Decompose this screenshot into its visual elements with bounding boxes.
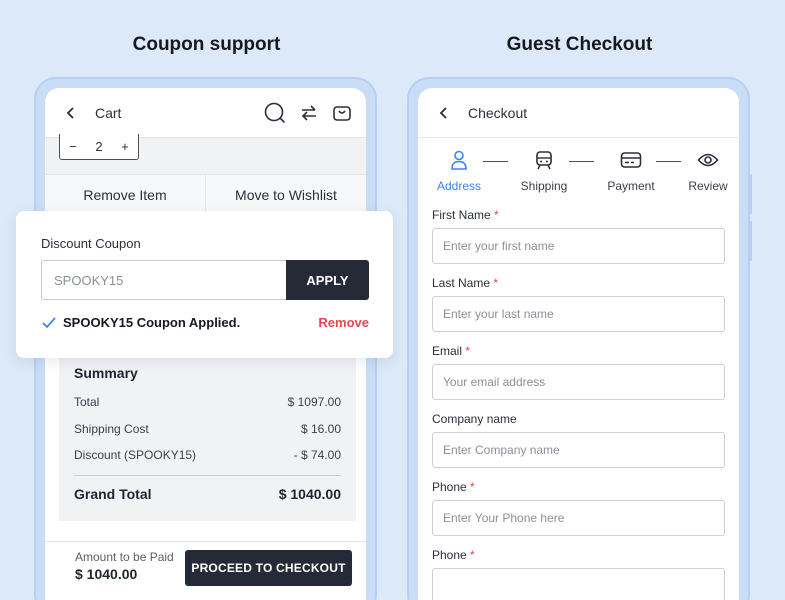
coupon-input[interactable]: SPOOKY15 <box>41 260 286 300</box>
first-name-input[interactable]: Enter your first name <box>432 228 725 264</box>
search-icon[interactable] <box>264 102 286 124</box>
minus-icon[interactable]: − <box>69 139 77 154</box>
email-input[interactable]: Your email address <box>432 364 725 400</box>
phone-field: Phone * Enter Your Phone here <box>432 480 725 536</box>
grand-total-value: $ 1040.00 <box>278 485 341 502</box>
step-address[interactable]: Address <box>424 148 494 193</box>
cart-app-bar: Cart <box>45 88 366 138</box>
summary-title: Summary <box>74 365 138 381</box>
step-connector <box>569 161 594 162</box>
plus-icon[interactable]: + <box>121 139 129 154</box>
compare-icon[interactable] <box>300 104 318 122</box>
summary-row-shipping: Shipping Cost $ 16.00 <box>74 422 341 449</box>
coupon-applied-text: SPOOKY15 Coupon Applied. <box>63 315 241 330</box>
checkout-bar: Amount to be Paid $ 1040.00 PROCEED TO C… <box>45 541 366 600</box>
amount-value: $ 1040.00 <box>75 566 138 582</box>
checkout-title: Checkout <box>468 104 528 121</box>
field-label: Email <box>432 344 463 358</box>
company-name-field: Company name Enter Company name <box>432 412 725 468</box>
quantity-row: − 2 + <box>45 134 366 174</box>
summary-label: Total <box>74 395 100 409</box>
phone-frame-checkout: Checkout Address Shipping Payment Review… <box>407 77 752 600</box>
summary-row-total: Total $ 1097.00 <box>74 395 341 422</box>
phone-input-2[interactable] <box>432 568 725 600</box>
grand-total-label: Grand Total <box>74 485 152 502</box>
shopping-bag-icon[interactable] <box>332 103 352 123</box>
required-marker: * <box>465 344 471 358</box>
checkmark-icon <box>41 316 57 330</box>
field-label: Phone <box>432 480 467 494</box>
step-shipping[interactable]: Shipping <box>509 148 579 193</box>
summary-value: $ 1097.00 <box>287 395 341 409</box>
summary-row-discount: Discount (SPOOKY15) - $ 74.00 <box>74 448 341 475</box>
required-marker: * <box>494 208 499 222</box>
phone-field-2: Phone * <box>432 548 725 600</box>
checkout-stepper: Address Shipping Payment Review <box>418 138 739 208</box>
cart-item-actions: Remove Item Move to Wishlist <box>45 174 366 214</box>
move-to-wishlist-button[interactable]: Move to Wishlist <box>206 175 366 214</box>
required-marker: * <box>493 276 499 290</box>
discount-coupon-card: Discount Coupon SPOOKY15 APPLY SPOOKY15 … <box>16 211 393 358</box>
company-name-input[interactable]: Enter Company name <box>432 432 725 468</box>
required-marker: * <box>470 480 475 494</box>
phone-side-button <box>749 221 752 261</box>
step-connector <box>483 161 508 162</box>
last-name-input[interactable]: Enter your last name <box>432 296 725 332</box>
remove-item-button[interactable]: Remove Item <box>45 175 206 214</box>
step-payment[interactable]: Payment <box>596 148 666 193</box>
amount-label: Amount to be Paid <box>75 550 174 564</box>
section-title-checkout: Guest Checkout <box>506 34 653 55</box>
checkout-app-bar: Checkout <box>418 88 739 138</box>
checkout-screen: Checkout Address Shipping Payment Review… <box>418 88 739 600</box>
field-label: Phone <box>432 548 467 562</box>
summary-value: $ 16.00 <box>300 421 341 436</box>
cart-title: Cart <box>95 104 122 121</box>
field-label: Last Name <box>432 276 491 290</box>
quantity-value: 2 <box>95 139 103 154</box>
person-icon <box>424 148 494 172</box>
email-field: Email * Your email address <box>432 344 725 400</box>
eye-icon <box>673 148 739 172</box>
summary-value: - $ 74.00 <box>293 448 341 462</box>
step-label: Review <box>688 179 728 193</box>
last-name-field: Last Name * Enter your last name <box>432 276 725 332</box>
field-label: First Name <box>432 208 491 222</box>
train-icon <box>509 148 579 172</box>
coupon-label: Discount Coupon <box>41 236 141 251</box>
address-form: First Name * Enter your first name Last … <box>418 208 739 600</box>
proceed-to-checkout-button[interactable]: PROCEED TO CHECKOUT <box>185 550 352 586</box>
remove-coupon-link[interactable]: Remove <box>318 315 369 330</box>
summary-label: Shipping Cost <box>74 421 149 436</box>
back-arrow-icon[interactable] <box>59 101 83 125</box>
back-arrow-icon[interactable] <box>432 101 456 125</box>
section-title-coupon: Coupon support <box>132 34 281 55</box>
phone-side-button <box>749 174 752 214</box>
order-summary: Summary Total $ 1097.00 Shipping Cost $ … <box>59 351 356 521</box>
card-icon <box>596 148 666 172</box>
quantity-stepper: − 2 + <box>59 134 139 160</box>
summary-divider <box>74 474 341 476</box>
step-label: Address <box>436 179 482 193</box>
step-label: Payment <box>607 179 655 193</box>
phone-input[interactable]: Enter Your Phone here <box>432 500 725 536</box>
step-label: Shipping <box>520 179 568 193</box>
first-name-field: First Name * Enter your first name <box>432 208 725 264</box>
required-marker: * <box>470 548 475 562</box>
grand-total-row: Grand Total $ 1040.00 <box>74 486 341 502</box>
summary-label: Discount (SPOOKY15) <box>74 448 197 462</box>
apply-coupon-button[interactable]: APPLY <box>286 260 369 300</box>
step-review[interactable]: Review <box>673 148 739 193</box>
field-label: Company name <box>432 412 517 426</box>
